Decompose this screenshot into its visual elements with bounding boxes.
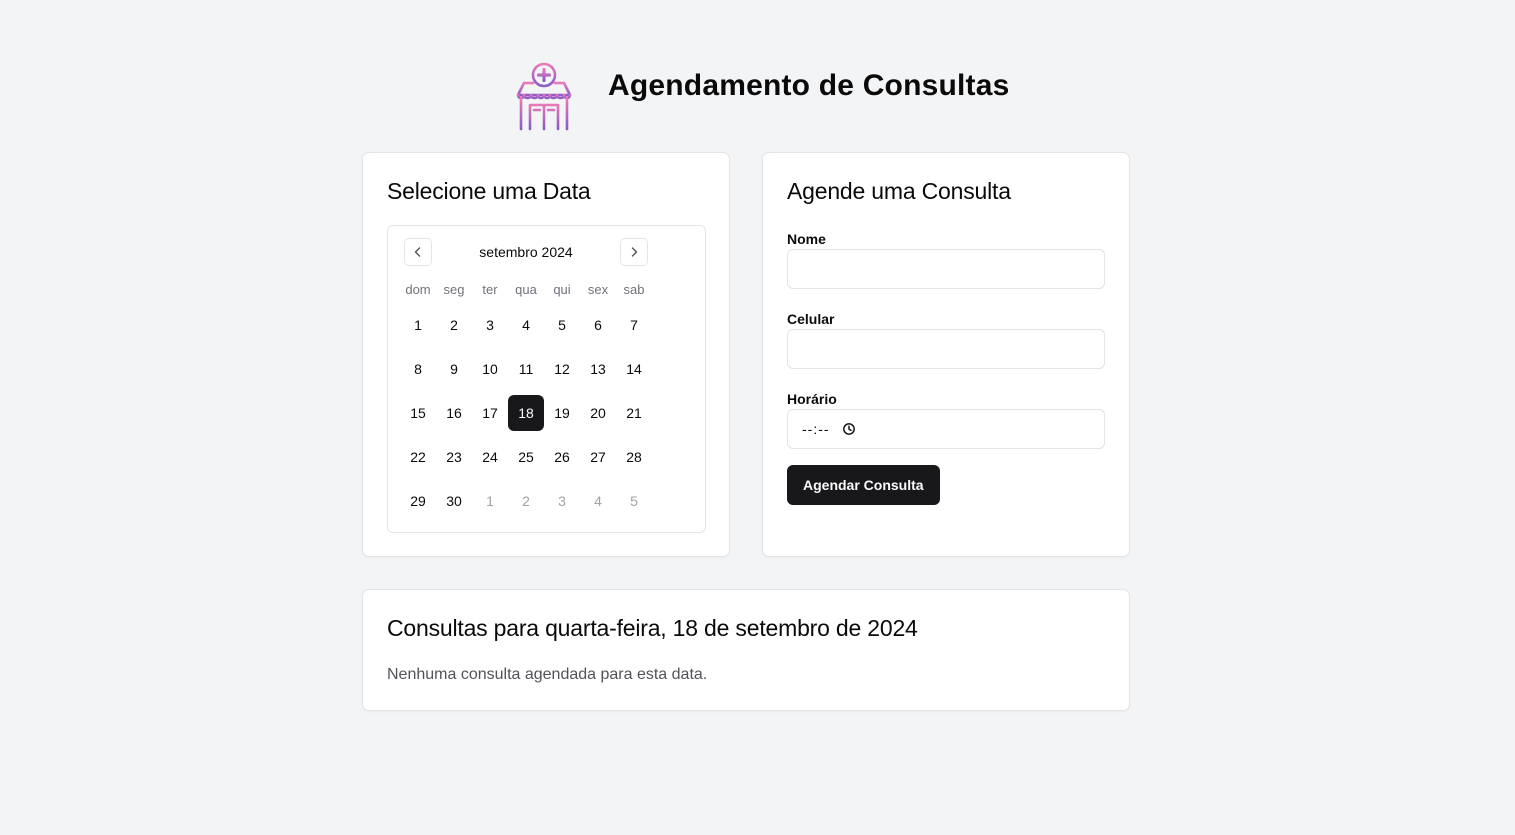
- calendar-day[interactable]: 29: [400, 483, 436, 519]
- calendar-day[interactable]: 4: [508, 307, 544, 343]
- calendar-day[interactable]: 11: [508, 351, 544, 387]
- calendar-day[interactable]: 17: [472, 395, 508, 431]
- calendar-day[interactable]: 20: [580, 395, 616, 431]
- appointments-card: Consultas para quarta-feira, 18 de setem…: [362, 589, 1130, 711]
- calendar-day[interactable]: 12: [544, 351, 580, 387]
- calendar-day[interactable]: 15: [400, 395, 436, 431]
- calendar-day[interactable]: 30: [436, 483, 472, 519]
- calendar-week-row: 1234567: [400, 307, 652, 351]
- empty-state-message: Nenhuma consulta agendada para esta data…: [387, 666, 708, 683]
- appointments-title: Consultas para quarta-feira, 18 de setem…: [387, 615, 918, 641]
- calendar-day[interactable]: 22: [400, 439, 436, 475]
- weekday-label: sab: [623, 282, 645, 297]
- appointment-form-title: Agende uma Consulta: [787, 178, 1011, 204]
- calendar: setembro 2024 dom seg ter qua qui sex sa…: [387, 225, 706, 533]
- calendar-day[interactable]: 26: [544, 439, 580, 475]
- calendar-day[interactable]: 14: [616, 351, 652, 387]
- calendar-day[interactable]: 10: [472, 351, 508, 387]
- calendar-day[interactable]: 16: [436, 395, 472, 431]
- date-picker-title: Selecione uma Data: [387, 178, 591, 204]
- calendar-day[interactable]: 27: [580, 439, 616, 475]
- calendar-day[interactable]: 23: [436, 439, 472, 475]
- calendar-day[interactable]: 7: [616, 307, 652, 343]
- calendar-day-selected[interactable]: 18: [508, 395, 544, 431]
- previous-month-button[interactable]: [404, 238, 432, 266]
- phone-label: Celular: [787, 311, 835, 327]
- appointment-form-card: Agende uma Consulta Nome Celular Horário…: [762, 152, 1130, 557]
- calendar-day-outside[interactable]: 5: [616, 483, 652, 519]
- time-label: Horário: [787, 391, 837, 407]
- calendar-day[interactable]: 9: [436, 351, 472, 387]
- header: Agendamento de Consultas: [0, 58, 1515, 134]
- calendar-week-row: 29 30 1 2 3 4 5: [400, 483, 652, 527]
- time-input[interactable]: --:--: [787, 409, 1105, 449]
- calendar-day[interactable]: 25: [508, 439, 544, 475]
- chevron-left-icon: [414, 247, 421, 257]
- calendar-week-row: 8 9 10 11 12 13 14: [400, 351, 652, 395]
- calendar-day[interactable]: 28: [616, 439, 652, 475]
- calendar-day-outside[interactable]: 3: [544, 483, 580, 519]
- clock-icon[interactable]: [842, 422, 856, 436]
- weekday-label: qua: [515, 282, 537, 297]
- time-value: --:--: [802, 421, 830, 437]
- weekday-header: dom seg ter qua qui sex sab: [400, 281, 652, 299]
- weekday-label: sex: [587, 282, 609, 297]
- day-grid: 1 2 3 4 5 6 7 8 9 10 11 12 13 14 15 16 17 18 19 20 21 22 23 24 2…: [400, 307, 652, 527]
- calendar-day[interactable]: 24: [472, 439, 508, 475]
- calendar-day[interactable]: 5: [544, 307, 580, 343]
- schedule-appointment-button[interactable]: Agendar Consulta: [787, 465, 940, 505]
- calendar-day[interactable]: 6: [580, 307, 616, 343]
- weekday-label: qui: [553, 282, 571, 297]
- date-picker-card: Selecione uma Data setembro 2024 dom seg…: [362, 152, 730, 557]
- calendar-day-outside[interactable]: 2: [508, 483, 544, 519]
- calendar-day[interactable]: 1: [400, 307, 436, 343]
- calendar-day[interactable]: 13: [580, 351, 616, 387]
- calendar-week-row: 15 16 17 18 19 20 21: [400, 395, 652, 439]
- name-label: Nome: [787, 231, 826, 247]
- calendar-day[interactable]: 19: [544, 395, 580, 431]
- chevron-right-icon: [631, 247, 638, 257]
- month-label: setembro 2024: [479, 244, 573, 260]
- page-title: Agendamento de Consultas: [608, 69, 1010, 102]
- calendar-week-row: 22 23 24 25 26 27 28: [400, 439, 652, 483]
- name-input[interactable]: [787, 249, 1105, 289]
- next-month-button[interactable]: [620, 238, 648, 266]
- calendar-day[interactable]: 3: [472, 307, 508, 343]
- calendar-day[interactable]: 21: [616, 395, 652, 431]
- calendar-day-outside[interactable]: 4: [580, 483, 616, 519]
- weekday-label: ter: [482, 282, 498, 297]
- phone-input[interactable]: [787, 329, 1105, 369]
- weekday-label: seg: [443, 282, 465, 297]
- calendar-day-outside[interactable]: 1: [472, 483, 508, 519]
- weekday-label: dom: [405, 282, 431, 297]
- clinic-building-icon: [512, 58, 576, 134]
- calendar-day[interactable]: 2: [436, 307, 472, 343]
- calendar-day[interactable]: 8: [400, 351, 436, 387]
